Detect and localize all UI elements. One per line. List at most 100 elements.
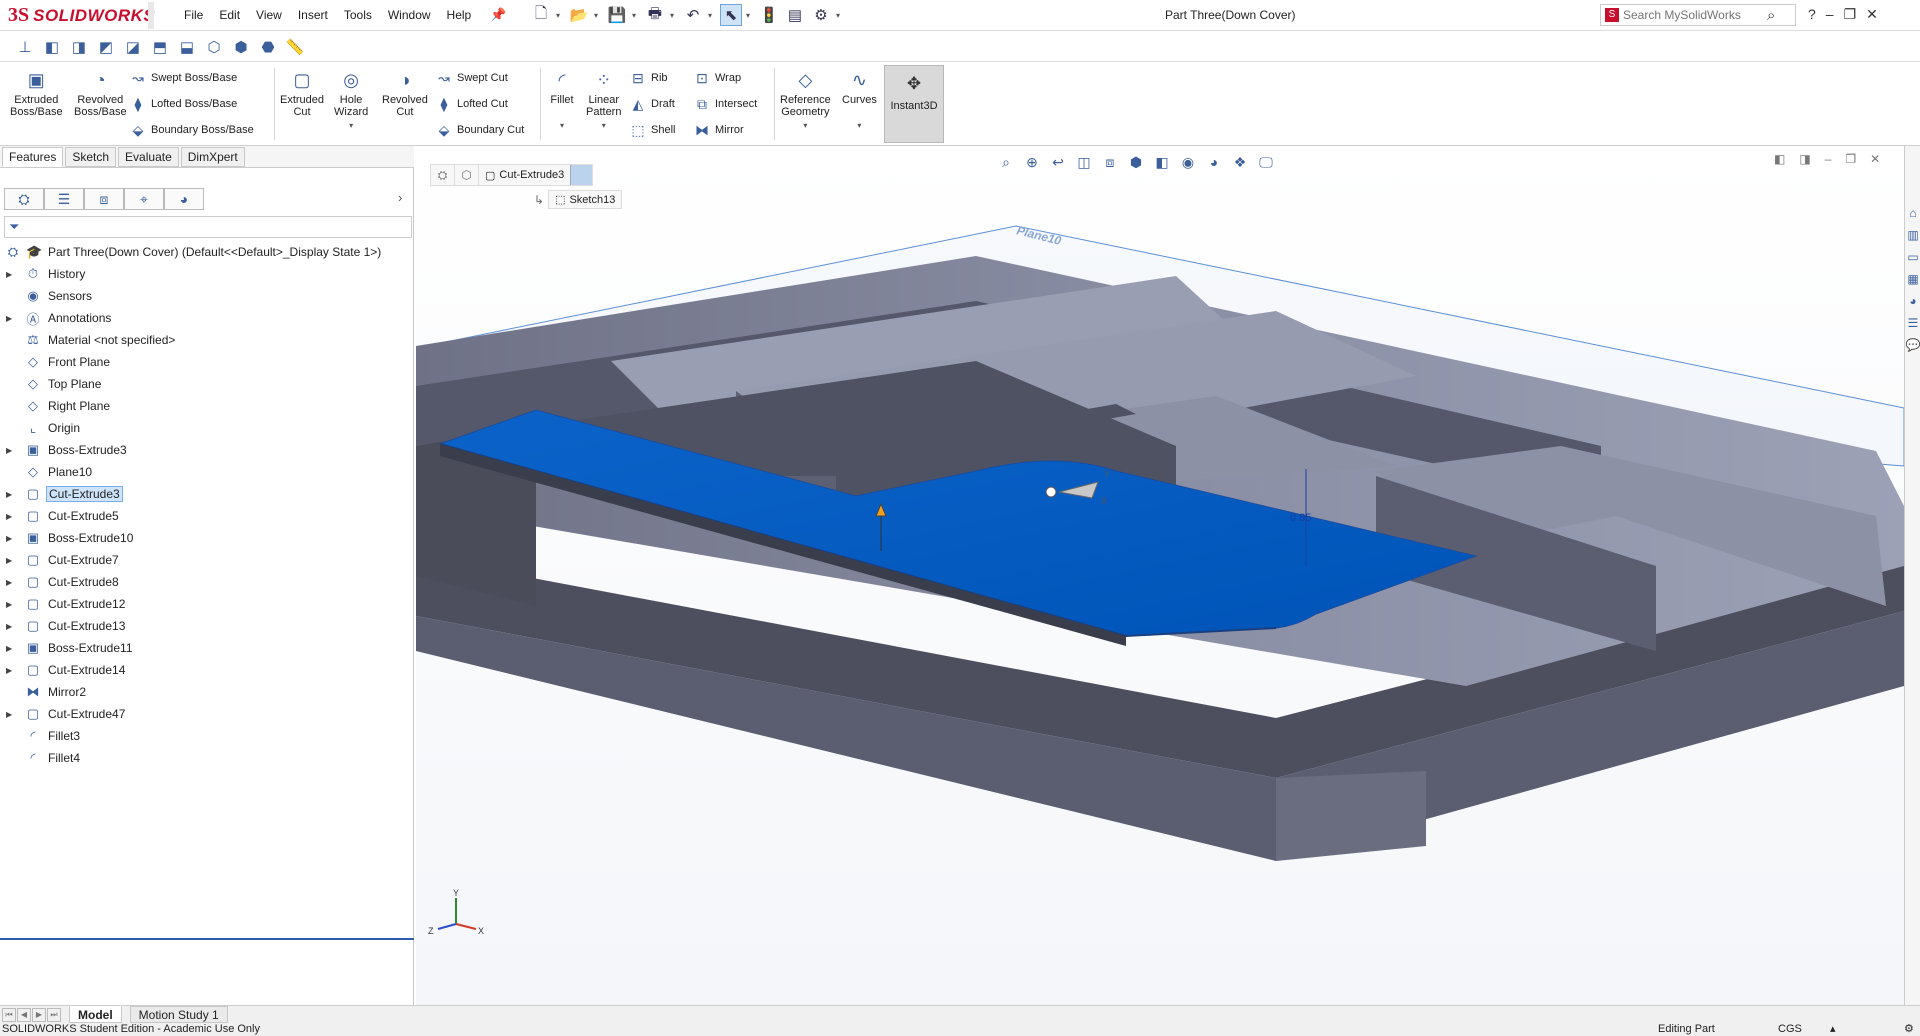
origin-point[interactable] xyxy=(1045,486,1057,498)
design-library-icon[interactable]: ▥ xyxy=(1905,228,1920,246)
menu-window[interactable]: Window xyxy=(380,8,439,22)
apply-scene-icon[interactable]: ❖ xyxy=(1230,152,1250,172)
tree-item-boss-extrude10[interactable]: ▶ ▣ Boss-Extrude10 xyxy=(0,527,414,549)
hide-show-icon[interactable]: ◉ xyxy=(1178,152,1198,172)
status-units[interactable]: CGS xyxy=(1778,1023,1802,1036)
chevron-right-icon[interactable]: › xyxy=(398,190,402,205)
part-breadcrumb-icon[interactable]: ⛭ xyxy=(431,165,455,185)
help-icon[interactable]: ? xyxy=(1808,6,1816,23)
expand-arrow-icon[interactable]: ▶ xyxy=(6,446,12,455)
tree-item-fillet4[interactable]: ◜ Fillet4 xyxy=(0,747,414,769)
menu-view[interactable]: View xyxy=(248,8,290,22)
expand-arrow-icon[interactable]: ▶ xyxy=(6,600,12,609)
close-icon[interactable]: ✕ xyxy=(1866,6,1878,23)
revolved-boss-button[interactable]: ◔ Revolved Boss/Base xyxy=(74,68,127,118)
file-properties-icon[interactable]: ▤ xyxy=(784,4,806,26)
rebuild-traffic-light-icon[interactable]: 🚦 xyxy=(758,4,780,26)
forum-icon[interactable]: 💬 xyxy=(1905,338,1920,356)
zoom-to-area-icon[interactable]: ⊕ xyxy=(1022,152,1042,172)
tree-item-cut-extrude47[interactable]: ▶ ▢ Cut-Extrude47 xyxy=(0,703,414,725)
undo-dropdown-icon[interactable]: ▾ xyxy=(708,11,716,20)
tab-dimxpert[interactable]: DimXpert xyxy=(180,146,245,167)
expand-arrow-icon[interactable]: ▶ xyxy=(6,490,12,499)
tree-item-mirror2[interactable]: ⧓ Mirror2 xyxy=(0,681,414,703)
mirror-button[interactable]: ⧓ Mirror xyxy=(694,120,744,140)
instant3d-button[interactable]: ✥ Instant3D xyxy=(884,65,944,143)
bottom-view-icon[interactable]: ⬓ xyxy=(176,36,198,58)
expand-arrow-icon[interactable]: ▶ xyxy=(6,666,12,675)
extruded-boss-button[interactable]: ▣ Extruded Boss/Base xyxy=(10,68,63,118)
body-breadcrumb-icon[interactable]: ⬡ xyxy=(455,165,479,185)
expand-arrow-icon[interactable]: ▶ xyxy=(6,534,12,543)
extruded-cut-button[interactable]: ▢ Extruded Cut xyxy=(280,68,324,118)
dimetric-view-icon[interactable]: ⬣ xyxy=(257,36,279,58)
edit-appearance-icon[interactable]: ◕ xyxy=(1204,152,1224,172)
solidworks-logo[interactable]: 3S SOLIDWORKS xyxy=(8,2,155,29)
tree-item-cut-extrude14[interactable]: ▶ ▢ Cut-Extrude14 xyxy=(0,659,414,681)
graphics-area[interactable]: Plane10 0.85 Y X Y X Z ⛭ ⬡ ▢ Cut-Extrude… xyxy=(416,146,1904,1005)
breadcrumb-feature[interactable]: ▢ Cut-Extrude3 xyxy=(479,169,570,182)
logo-flyout-arrow[interactable] xyxy=(148,2,154,29)
view-settings-icon[interactable]: 🖵 xyxy=(1256,152,1276,172)
feature-manager-tree-icon[interactable]: ⛭ xyxy=(4,188,44,210)
print-dropdown-icon[interactable]: ▾ xyxy=(670,11,678,20)
restore-icon[interactable]: ❐ xyxy=(1844,6,1857,23)
tree-item-cut-extrude12[interactable]: ▶ ▢ Cut-Extrude12 xyxy=(0,593,414,615)
top-view-icon[interactable]: ⬒ xyxy=(149,36,171,58)
tab-sketch[interactable]: Sketch xyxy=(65,146,117,167)
expand-arrow-icon[interactable]: ▶ xyxy=(6,710,12,719)
tree-item-sensors[interactable]: ◉ Sensors xyxy=(0,285,414,307)
wrap-button[interactable]: ⊡ Wrap xyxy=(694,68,741,88)
tree-item-top-plane[interactable]: ◇ Top Plane xyxy=(0,373,414,395)
dimxpert-manager-icon[interactable]: ⌖ xyxy=(124,188,164,210)
tree-root-part[interactable]: ⛭ 🎓 Part Three(Down Cover) (Default<<Def… xyxy=(0,241,414,263)
previous-view-icon[interactable]: ↩ xyxy=(1048,152,1068,172)
reference-geometry-button[interactable]: ◇ Reference Geometry ▾ xyxy=(780,68,831,132)
draft-button[interactable]: ◭ Draft xyxy=(630,94,675,114)
viewport-close-icon[interactable]: ✕ xyxy=(1870,152,1880,166)
expand-arrow-icon[interactable]: ▶ xyxy=(6,556,12,565)
expand-arrow-icon[interactable]: ▶ xyxy=(6,314,12,323)
boundary-cut-button[interactable]: ⬙ Boundary Cut xyxy=(436,120,525,140)
print-icon[interactable]: 🖶 xyxy=(644,4,666,26)
save-icon[interactable]: 💾 xyxy=(606,4,628,26)
search-box[interactable]: S ⌕ xyxy=(1600,4,1796,26)
menu-edit[interactable]: Edit xyxy=(211,8,248,22)
tree-item-cut-extrude7[interactable]: ▶ ▢ Cut-Extrude7 xyxy=(0,549,414,571)
custom-properties-icon[interactable]: ☰ xyxy=(1905,316,1920,334)
units-dropdown-icon[interactable]: ▴ xyxy=(1830,1023,1836,1036)
viewport-split-left-icon[interactable]: ◧ xyxy=(1774,152,1785,166)
tree-item-cut-extrude3[interactable]: ▶ ▢ Cut-Extrude3 xyxy=(0,483,414,505)
next-tab-icon[interactable]: ▶ xyxy=(32,1007,46,1022)
search-input[interactable] xyxy=(1623,8,1763,22)
trimetric-view-icon[interactable]: ⬢ xyxy=(230,36,252,58)
rollback-bar[interactable] xyxy=(0,938,414,940)
new-dropdown-icon[interactable]: ▾ xyxy=(556,11,564,20)
lofted-cut-button[interactable]: ⧫ Lofted Cut xyxy=(436,94,508,114)
intersect-button[interactable]: ⧉ Intersect xyxy=(694,94,757,114)
tree-item-cut-extrude13[interactable]: ▶ ▢ Cut-Extrude13 xyxy=(0,615,414,637)
breadcrumb-face-icon[interactable] xyxy=(570,165,593,185)
lofted-boss-button[interactable]: ⧫ Lofted Boss/Base xyxy=(130,94,238,114)
last-tab-icon[interactable]: ⏭ xyxy=(47,1007,61,1022)
undo-icon[interactable]: ↶ xyxy=(682,4,704,26)
curves-button[interactable]: ∿ Curves ▾ xyxy=(842,68,877,132)
view-orientation-icon[interactable]: ⬢ xyxy=(1126,152,1146,172)
menu-file[interactable]: File xyxy=(176,8,211,22)
file-explorer-icon[interactable]: ▭ xyxy=(1905,250,1920,268)
configuration-manager-icon[interactable]: ⧈ xyxy=(84,188,124,210)
expand-arrow-icon[interactable]: ▶ xyxy=(6,578,12,587)
display-style-icon[interactable]: ◧ xyxy=(1152,152,1172,172)
tab-model[interactable]: Model xyxy=(69,1006,122,1023)
tree-item-cut-extrude5[interactable]: ▶ ▢ Cut-Extrude5 xyxy=(0,505,414,527)
save-dropdown-icon[interactable]: ▾ xyxy=(632,11,640,20)
tree-item-annotations[interactable]: ▶ Ⓐ Annotations xyxy=(0,307,414,329)
pin-menu-icon[interactable]: 📌 xyxy=(490,7,506,23)
linear-pattern-dropdown-icon[interactable]: ▾ xyxy=(602,120,606,132)
select-dropdown-icon[interactable]: ▾ xyxy=(746,11,754,20)
tab-features[interactable]: Features xyxy=(2,146,64,167)
linear-pattern-button[interactable]: ⁘ Linear Pattern ▾ xyxy=(586,68,621,132)
front-view-icon[interactable]: ◧ xyxy=(41,36,63,58)
first-tab-icon[interactable]: ⏮ xyxy=(2,1007,16,1022)
left-view-icon[interactable]: ◩ xyxy=(95,36,117,58)
